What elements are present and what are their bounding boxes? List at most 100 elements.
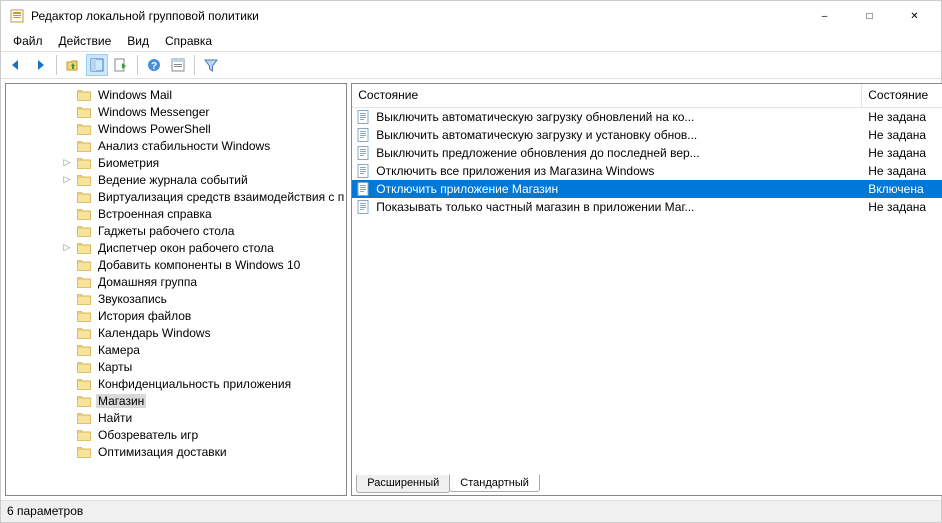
list-horizontal-scrollbar[interactable] bbox=[352, 456, 942, 473]
tree-item[interactable]: Добавить компоненты в Windows 10 bbox=[6, 256, 346, 273]
tree-item[interactable]: Календарь Windows bbox=[6, 324, 346, 341]
close-button[interactable]: ✕ bbox=[892, 1, 937, 31]
minimize-button[interactable]: – bbox=[802, 1, 847, 31]
column-setting[interactable]: Состояние bbox=[352, 84, 862, 107]
folder-icon bbox=[76, 155, 92, 171]
cell-setting: Отключить приложение Магазин bbox=[376, 182, 862, 196]
view-tabs: Расширенный Стандартный bbox=[352, 473, 942, 495]
cell-setting: Показывать только частный магазин в прил… bbox=[376, 200, 862, 214]
forward-button[interactable] bbox=[29, 54, 51, 76]
chevron-right-icon[interactable]: ▷ bbox=[61, 174, 73, 186]
menu-help[interactable]: Справка bbox=[157, 32, 220, 50]
tree-item[interactable]: Звукозапись bbox=[6, 290, 346, 307]
properties-button[interactable] bbox=[167, 54, 189, 76]
tree-item[interactable]: История файлов bbox=[6, 307, 346, 324]
show-tree-button[interactable] bbox=[86, 54, 108, 76]
folder-icon bbox=[76, 257, 92, 273]
menu-view[interactable]: Вид bbox=[119, 32, 157, 50]
folder-icon bbox=[76, 359, 92, 375]
tab-extended[interactable]: Расширенный bbox=[356, 475, 450, 493]
tree-item[interactable]: Домашняя группа bbox=[6, 273, 346, 290]
tab-standard[interactable]: Стандартный bbox=[449, 474, 540, 492]
policy-row[interactable]: Отключить все приложения из Магазина Win… bbox=[352, 162, 942, 180]
tree-item-label: Обозреватель игр bbox=[96, 428, 200, 442]
window-buttons: – □ ✕ bbox=[802, 1, 937, 31]
tree-item[interactable]: ▷ Ведение журнала событий bbox=[6, 171, 346, 188]
cell-state: Не задана bbox=[862, 110, 942, 124]
tree-item[interactable]: Оптимизация доставки bbox=[6, 443, 346, 460]
menubar: Файл Действие Вид Справка bbox=[1, 31, 941, 51]
policy-row[interactable]: Выключить автоматическую загрузку и уста… bbox=[352, 126, 942, 144]
up-folder-button[interactable] bbox=[62, 54, 84, 76]
filter-button[interactable] bbox=[200, 54, 222, 76]
list-view[interactable]: Выключить автоматическую загрузку обновл… bbox=[352, 108, 942, 456]
folder-icon bbox=[76, 342, 92, 358]
svg-text:?: ? bbox=[151, 61, 157, 72]
tree-item-label: История файлов bbox=[96, 309, 193, 323]
tree-item[interactable]: Карты bbox=[6, 358, 346, 375]
tree-item[interactable]: Конфиденциальность приложения bbox=[6, 375, 346, 392]
tree-item[interactable]: Встроенная справка bbox=[6, 205, 346, 222]
folder-icon bbox=[76, 87, 92, 103]
tree-item-label: Гаджеты рабочего стола bbox=[96, 224, 236, 238]
tree-item[interactable]: Windows Mail bbox=[6, 86, 346, 103]
tree-item-label: Windows PowerShell bbox=[96, 122, 213, 136]
toolbar-separator bbox=[56, 55, 57, 75]
help-button[interactable]: ? bbox=[143, 54, 165, 76]
tree-item-label: Оптимизация доставки bbox=[96, 445, 229, 459]
folder-icon bbox=[76, 325, 92, 341]
export-list-button[interactable] bbox=[110, 54, 132, 76]
tree-item[interactable]: Найти bbox=[6, 409, 346, 426]
folder-icon bbox=[76, 138, 92, 154]
tree-item-label: Виртуализация средств взаимодействия с п bbox=[96, 190, 346, 204]
policy-row[interactable]: Отключить приложение МагазинВключенаНет bbox=[352, 180, 942, 198]
policy-row[interactable]: Выключить автоматическую загрузку обновл… bbox=[352, 108, 942, 126]
tree-item-label: Windows Mail bbox=[96, 88, 174, 102]
tree-item[interactable]: Windows Messenger bbox=[6, 103, 346, 120]
policy-row[interactable]: Выключить предложение обновления до посл… bbox=[352, 144, 942, 162]
folder-icon bbox=[76, 206, 92, 222]
cell-setting: Выключить автоматическую загрузку обновл… bbox=[376, 110, 862, 124]
menu-file[interactable]: Файл bbox=[5, 32, 51, 50]
tree-item[interactable]: Камера bbox=[6, 341, 346, 358]
tree-item-label: Встроенная справка bbox=[96, 207, 214, 221]
menu-action[interactable]: Действие bbox=[51, 32, 120, 50]
column-state[interactable]: Состояние bbox=[862, 84, 942, 107]
tree-item[interactable]: Магазин bbox=[6, 392, 346, 409]
tree-item[interactable]: Анализ стабильности Windows bbox=[6, 137, 346, 154]
chevron-right-icon[interactable]: ▷ bbox=[61, 242, 73, 254]
folder-icon bbox=[76, 223, 92, 239]
cell-state: Не задана bbox=[862, 200, 942, 214]
folder-icon bbox=[76, 240, 92, 256]
tree-item[interactable]: Windows PowerShell bbox=[6, 120, 346, 137]
list-pane: Состояние Состояние Коммента Выключить а… bbox=[351, 83, 942, 496]
status-text: 6 параметров bbox=[7, 504, 83, 518]
folder-icon bbox=[76, 104, 92, 120]
tree-item-label: Камера bbox=[96, 343, 142, 357]
tree-item[interactable]: ▷Диспетчер окон рабочего стола bbox=[6, 239, 346, 256]
tree-item[interactable]: Виртуализация средств взаимодействия с п bbox=[6, 188, 346, 205]
folder-icon bbox=[76, 444, 92, 460]
folder-icon bbox=[76, 172, 92, 188]
folder-icon bbox=[76, 189, 92, 205]
folder-icon bbox=[76, 393, 92, 409]
folder-icon bbox=[76, 291, 92, 307]
tree-item-label: Звукозапись bbox=[96, 292, 169, 306]
maximize-button[interactable]: □ bbox=[847, 1, 892, 31]
policy-icon bbox=[356, 181, 372, 197]
policy-icon bbox=[356, 127, 372, 143]
chevron-right-icon[interactable]: ▷ bbox=[61, 157, 73, 169]
policy-row[interactable]: Показывать только частный магазин в прил… bbox=[352, 198, 942, 216]
tree-item-label: Windows Messenger bbox=[96, 105, 211, 119]
tree-item-label: Ведение журнала событий bbox=[96, 173, 250, 187]
back-button[interactable] bbox=[5, 54, 27, 76]
tree-item[interactable]: Гаджеты рабочего стола bbox=[6, 222, 346, 239]
statusbar: 6 параметров bbox=[1, 500, 941, 522]
tree-item[interactable]: ▷ Биометрия bbox=[6, 154, 346, 171]
cell-state: Не задана bbox=[862, 146, 942, 160]
tree-item-label: Биометрия bbox=[96, 156, 161, 170]
tree-item[interactable]: Обозреватель игр bbox=[6, 426, 346, 443]
tree-item-label: Календарь Windows bbox=[96, 326, 213, 340]
folder-icon bbox=[76, 121, 92, 137]
tree-view[interactable]: Windows Mail Windows Messenger Windows Pow… bbox=[6, 84, 346, 495]
